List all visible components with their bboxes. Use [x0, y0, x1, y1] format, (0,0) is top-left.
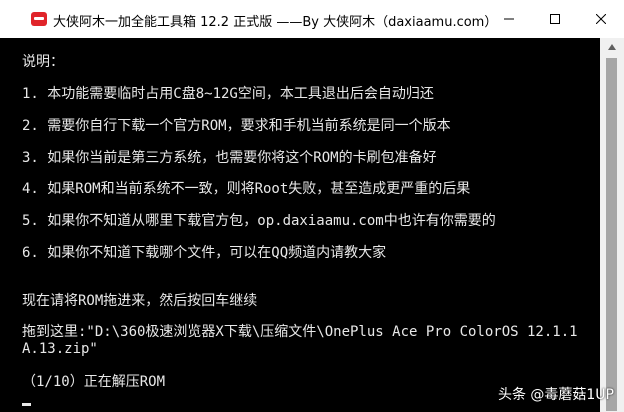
- console-output[interactable]: 说明： 1. 本功能需要临时占用C盘8~12G空间，本工具退出后会自动归还 2.…: [0, 38, 600, 412]
- console-line: A.13.zip": [22, 341, 98, 357]
- vertical-scrollbar[interactable]: [600, 38, 624, 412]
- minimize-icon: [504, 18, 514, 20]
- console-window: 大侠阿木一加全能工具箱 12.2 正式版 ——By 大侠阿木（daxiaamu.…: [0, 0, 624, 412]
- minimize-button[interactable]: [486, 0, 532, 38]
- console-line: 1. 本功能需要临时占用C盘8~12G空间，本工具退出后会自动归还: [22, 86, 434, 102]
- console-line: 5. 如果你不知道从哪里下载官方包，op.daxiaamu.com中也许有你需要…: [22, 213, 496, 229]
- console-line: 3. 如果你当前是第三方系统，也需要你将这个ROM的卡刷包准备好: [22, 150, 437, 166]
- console-line: 2. 需要你自行下载一个官方ROM，要求和手机当前系统是同一个版本: [22, 118, 451, 134]
- scrollbar-thumb[interactable]: [606, 58, 617, 411]
- scroll-up-button[interactable]: [600, 38, 624, 56]
- close-icon: [596, 14, 606, 24]
- watermark: 头条 @毒蘑菇1UP: [497, 387, 614, 403]
- window-title: 大侠阿木一加全能工具箱 12.2 正式版 ——By 大侠阿木（daxiaamu.…: [53, 15, 498, 30]
- maximize-icon: [550, 14, 560, 24]
- chevron-up-icon: [608, 44, 616, 50]
- console-line: （1/10）正在解压ROM: [22, 374, 166, 390]
- console-line: 说明：: [22, 54, 64, 70]
- app-logo-icon[interactable]: [31, 12, 47, 26]
- close-button[interactable]: [578, 0, 624, 38]
- console-line: 4. 如果ROM和当前系统不一致，则将Root失败，甚至造成更严重的后果: [22, 181, 471, 197]
- maximize-button[interactable]: [532, 0, 578, 38]
- console-line: 拖到这里:"D:\360极速浏览器X下载\压缩文件\OnePlus Ace Pr…: [22, 324, 578, 340]
- console-line: 6. 如果你不知道下载哪个文件，可以在QQ频道内请教大家: [22, 245, 387, 261]
- title-bar[interactable]: 大侠阿木一加全能工具箱 12.2 正式版 ——By 大侠阿木（daxiaamu.…: [0, 0, 624, 38]
- text-cursor: [22, 403, 31, 406]
- console-line: 现在请将ROM拖进来，然后按回车继续: [22, 293, 258, 309]
